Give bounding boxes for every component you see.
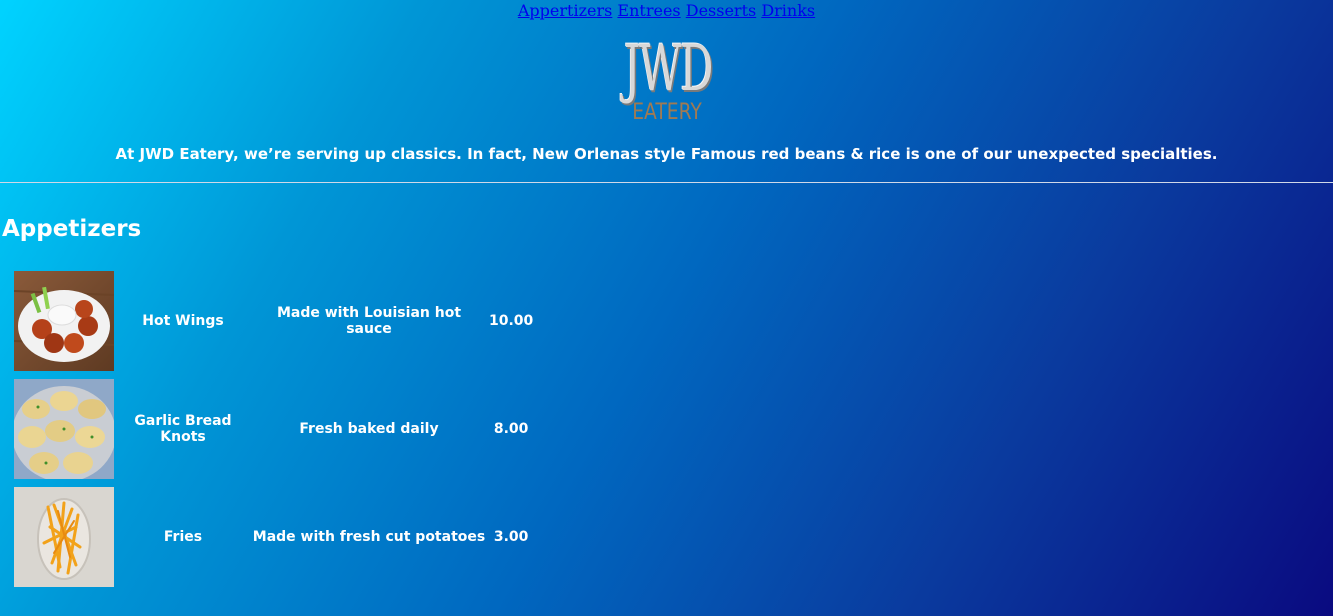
- logo-title: JWD: [623, 32, 713, 106]
- section-title: Appetizers: [2, 216, 142, 242]
- nav-link-desserts[interactable]: Desserts: [686, 1, 756, 20]
- nav-link-drinks[interactable]: Drinks: [761, 1, 815, 20]
- item-price: 8.00: [493, 421, 529, 437]
- hot-wings-photo: [14, 271, 114, 371]
- table-row: Fries Made with fresh cut potatoes 3.00: [14, 487, 533, 587]
- item-image-cell: [14, 487, 114, 587]
- menu-table: Hot Wings Made with Louisian hot sauce 1…: [11, 263, 536, 595]
- divider: [0, 182, 1333, 183]
- fries-photo: [14, 487, 114, 587]
- item-image-cell: [14, 379, 114, 479]
- item-name: Hot Wings: [142, 313, 224, 329]
- item-name: Fries: [163, 529, 203, 545]
- item-description: Made with Louisian hot sauce: [276, 305, 462, 337]
- garlic-knots-photo: [14, 379, 114, 479]
- item-name: Garlic Bread Knots: [134, 413, 232, 445]
- top-nav: Appertizers Entrees Desserts Drinks: [0, 0, 1333, 23]
- table-row: Garlic Bread Knots Fresh baked daily 8.0…: [14, 379, 533, 479]
- item-description: Made with fresh cut potatoes: [252, 529, 486, 545]
- logo-subtitle: EATERY: [631, 100, 702, 125]
- tagline: At JWD Eatery, we’re serving up classics…: [115, 145, 1218, 163]
- item-price: 10.00: [489, 313, 534, 329]
- nav-link-appetizers[interactable]: Appertizers: [518, 1, 612, 20]
- nav-link-entrees[interactable]: Entrees: [617, 1, 680, 20]
- item-description: Fresh baked daily: [299, 421, 439, 437]
- table-row: Hot Wings Made with Louisian hot sauce 1…: [14, 271, 533, 371]
- item-image-cell: [14, 271, 114, 371]
- logo: JWD EATERY: [607, 37, 727, 125]
- item-price: 3.00: [493, 529, 529, 545]
